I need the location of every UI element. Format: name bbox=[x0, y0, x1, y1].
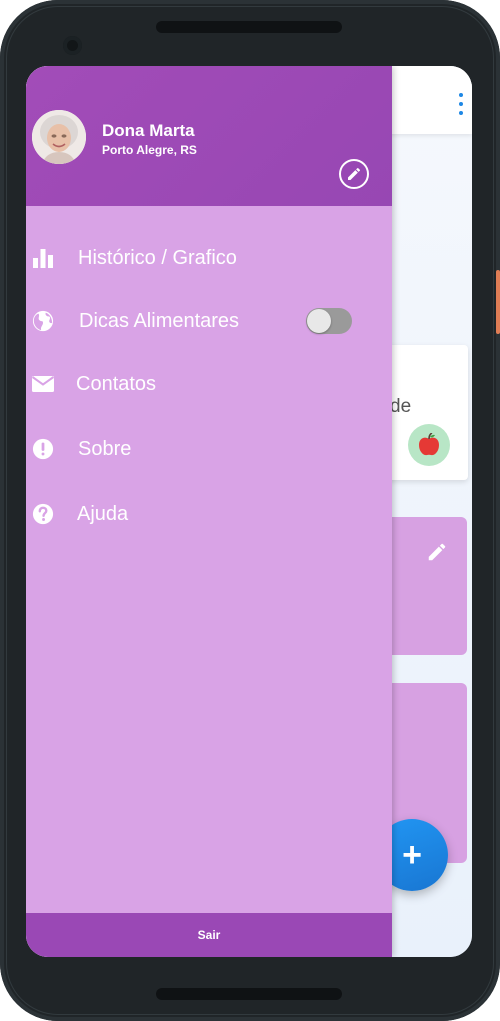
apple-icon bbox=[408, 424, 450, 466]
drawer-header: Dona Marta Porto Alegre, RS bbox=[26, 66, 392, 206]
toggle-knob bbox=[307, 309, 331, 333]
menu-item-label: Dicas Alimentares bbox=[79, 310, 240, 332]
screen: seu de + bbox=[26, 66, 472, 957]
menu-item-label: Ajuda bbox=[77, 503, 129, 525]
menu-item-label: Sobre bbox=[78, 438, 132, 460]
menu-item-label: Histórico / Grafico bbox=[78, 247, 237, 269]
add-icon: + bbox=[402, 836, 422, 874]
pencil-icon bbox=[348, 167, 361, 180]
menu-item-historico[interactable]: Histórico / Grafico bbox=[26, 233, 392, 283]
bar-chart-icon bbox=[31, 246, 55, 270]
earpiece-speaker bbox=[156, 21, 342, 33]
logout-button[interactable]: Sair bbox=[26, 913, 392, 957]
tip-card-text-2: de bbox=[390, 396, 412, 417]
question-circle-icon bbox=[31, 502, 55, 526]
avatar[interactable] bbox=[32, 110, 86, 164]
pencil-icon[interactable] bbox=[426, 541, 448, 563]
navigation-drawer: Dona Marta Porto Alegre, RS Histórico / … bbox=[26, 66, 392, 957]
menu-item-contatos[interactable]: Contatos bbox=[26, 359, 392, 409]
user-name: Dona Marta bbox=[102, 121, 195, 140]
front-camera bbox=[63, 36, 82, 55]
side-button bbox=[496, 270, 500, 334]
menu-item-ajuda[interactable]: Ajuda bbox=[26, 489, 392, 539]
logout-label: Sair bbox=[197, 928, 221, 942]
dicas-toggle[interactable] bbox=[306, 308, 352, 334]
edit-profile-button[interactable] bbox=[339, 159, 369, 189]
exclamation-circle-icon bbox=[31, 437, 55, 461]
bottom-speaker bbox=[156, 988, 342, 1000]
more-options-icon[interactable] bbox=[458, 93, 464, 115]
menu-item-sobre[interactable]: Sobre bbox=[26, 424, 392, 474]
menu-item-label: Contatos bbox=[76, 373, 157, 395]
envelope-icon bbox=[31, 372, 55, 396]
globe-icon bbox=[31, 309, 55, 333]
user-location: Porto Alegre, RS bbox=[102, 143, 197, 157]
